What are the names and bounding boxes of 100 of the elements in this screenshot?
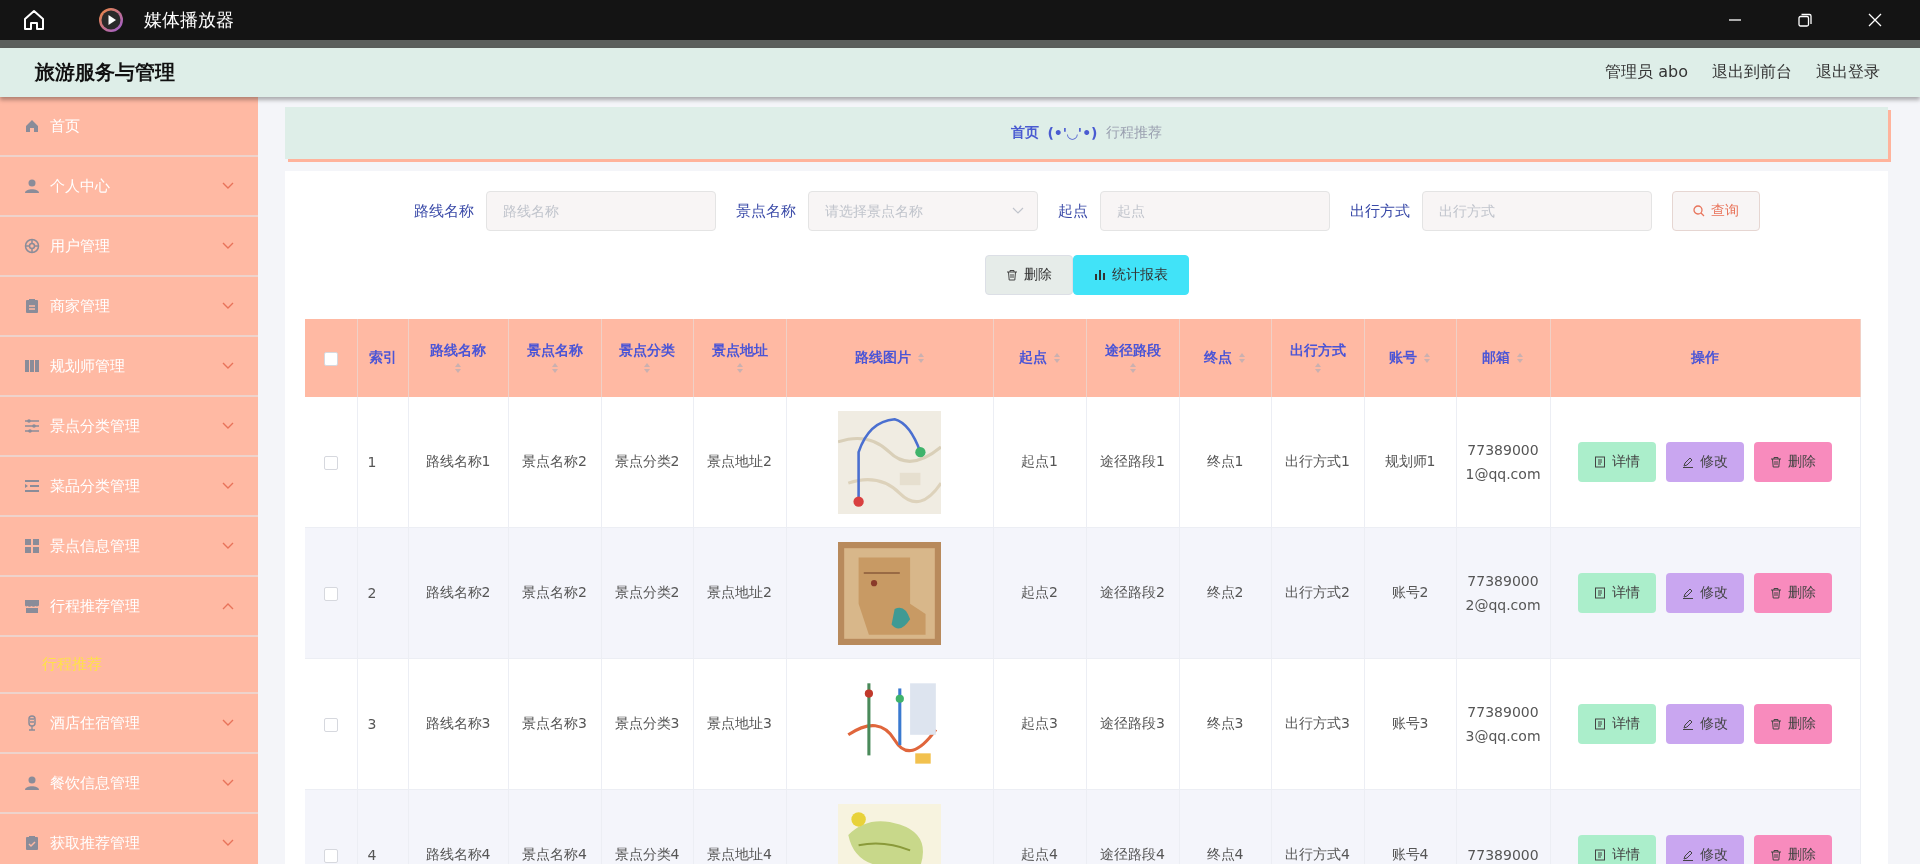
table-cell: 景点地址3 (707, 715, 772, 731)
delete-button[interactable]: 删除 (984, 255, 1073, 295)
sort-icon[interactable] (735, 362, 744, 374)
delete-button[interactable]: 删除 (1754, 704, 1832, 744)
detail-button[interactable]: 详情 (1578, 442, 1656, 482)
sort-icon[interactable] (1313, 362, 1322, 374)
sort-icon[interactable] (1516, 352, 1524, 364)
table-cell: 景点地址2 (707, 453, 772, 469)
breadcrumb-link[interactable]: 首页 (1011, 124, 1040, 142)
sort-icon[interactable] (1052, 352, 1061, 364)
pencil-icon (1682, 849, 1694, 861)
header-link[interactable]: 退出到前台 (1712, 62, 1792, 83)
table-cell: 终点4 (1206, 846, 1244, 862)
document-icon (1594, 587, 1606, 599)
table-cell: 终点3 (1206, 715, 1244, 731)
edit-button[interactable]: 修改 (1666, 573, 1744, 613)
sort-icon[interactable] (1128, 362, 1137, 374)
sort-icon[interactable] (1238, 352, 1246, 364)
table-cell: 途径路段3 (1100, 715, 1165, 731)
books-icon (24, 358, 40, 374)
clipboard-icon (24, 298, 40, 314)
close-icon (1868, 13, 1882, 27)
table-cell: 景点名称4 (522, 846, 587, 862)
column-header: 起点 (1018, 349, 1047, 367)
table-cell: 终点1 (1206, 453, 1244, 469)
table-cell: 终点2 (1206, 584, 1244, 600)
checkbox[interactable] (323, 352, 338, 366)
home-icon[interactable] (22, 8, 46, 32)
table-cell: 景点分类2 (614, 584, 680, 600)
sidebar-label: 酒店住宿管理 (50, 713, 141, 733)
column-header: 景点名称 (526, 342, 583, 360)
sort-icon[interactable] (916, 352, 925, 364)
sort-icon[interactable] (550, 362, 559, 374)
field-label: 景点名称 (735, 201, 796, 221)
person-icon (24, 775, 40, 791)
table-cell: 景点地址2 (707, 584, 772, 600)
table-cell: 773890002@qq.com (1465, 573, 1541, 613)
field-label: 出行方式 (1349, 201, 1410, 221)
app-title: 旅游服务与管理 (35, 59, 176, 86)
trash-icon (1770, 456, 1782, 468)
detail-button[interactable]: 详情 (1578, 573, 1656, 613)
sidebar-label: 商家管理 (50, 296, 111, 316)
sort-icon[interactable] (454, 362, 462, 374)
table-cell: 景点分类3 (614, 715, 680, 731)
column-header: 邮箱 (1482, 349, 1510, 367)
delete-button[interactable]: 删除 (1754, 442, 1832, 482)
house-icon (24, 118, 40, 134)
table-cell: 景点地址4 (707, 846, 772, 862)
table-cell: 途径路段4 (1100, 846, 1165, 862)
emoticon: (•'◡'•) (1047, 125, 1098, 141)
window-title: 媒体播放器 (144, 8, 235, 32)
sidebar-label: 景点分类管理 (50, 416, 141, 436)
user-label: 管理员 abo (1605, 62, 1688, 83)
edit-button[interactable]: 修改 (1666, 442, 1744, 482)
sidebar-label: 规划师管理 (50, 356, 126, 376)
delete-button[interactable]: 删除 (1754, 573, 1832, 613)
delete-button[interactable]: 删除 (1754, 835, 1832, 864)
sidebar-label: 用户管理 (50, 236, 111, 256)
checkbox[interactable] (323, 587, 338, 601)
checkbox[interactable] (323, 456, 338, 470)
edit-button[interactable]: 修改 (1666, 835, 1744, 864)
table-cell: 出行方式3 (1285, 715, 1350, 731)
trash-icon (1770, 849, 1782, 861)
table-cell: 途径路段2 (1100, 584, 1165, 600)
search-icon (1692, 205, 1705, 217)
table-cell: 起点4 (1021, 846, 1058, 862)
edit-button[interactable]: 修改 (1666, 704, 1744, 744)
store-icon (24, 598, 40, 614)
column-header: 出行方式 (1289, 342, 1346, 360)
grid-icon (24, 538, 40, 554)
trash-icon (1005, 269, 1018, 281)
header-link[interactable]: 退出登录 (1816, 62, 1880, 83)
detail-button[interactable]: 详情 (1578, 835, 1656, 864)
detail-button[interactable]: 详情 (1578, 704, 1656, 744)
table-cell: 景点名称3 (522, 715, 587, 731)
column-header: 途径路段 (1104, 342, 1161, 360)
list-icon (24, 478, 40, 494)
table-cell: 账号4 (1391, 846, 1429, 862)
sort-icon[interactable] (643, 362, 651, 374)
person-icon (24, 178, 40, 194)
column-header: 索引 (368, 349, 397, 367)
table-cell: 出行方式1 (1285, 453, 1350, 469)
column-header: 路线图片 (854, 349, 911, 367)
table-cell: 景点分类4 (614, 846, 680, 862)
search-button[interactable]: 查询 (1671, 191, 1760, 231)
sidebar-label: 首页 (50, 116, 81, 136)
column-header: 操作 (1691, 349, 1719, 367)
table-cell: 3 (367, 716, 377, 732)
sort-icon[interactable] (1423, 352, 1431, 364)
play-icon (98, 7, 124, 33)
checkbox[interactable] (323, 849, 338, 863)
table-cell: 773890003@qq.com (1465, 704, 1541, 744)
crosshair-icon (24, 238, 40, 254)
document-icon (1594, 849, 1606, 861)
sidebar-label: 景点信息管理 (50, 536, 141, 556)
column-header: 终点 (1204, 349, 1232, 367)
column-header: 账号 (1389, 349, 1417, 367)
trash-icon (1770, 718, 1782, 730)
checkbox[interactable] (323, 718, 338, 732)
report-button[interactable]: 统计报表 (1072, 255, 1189, 295)
